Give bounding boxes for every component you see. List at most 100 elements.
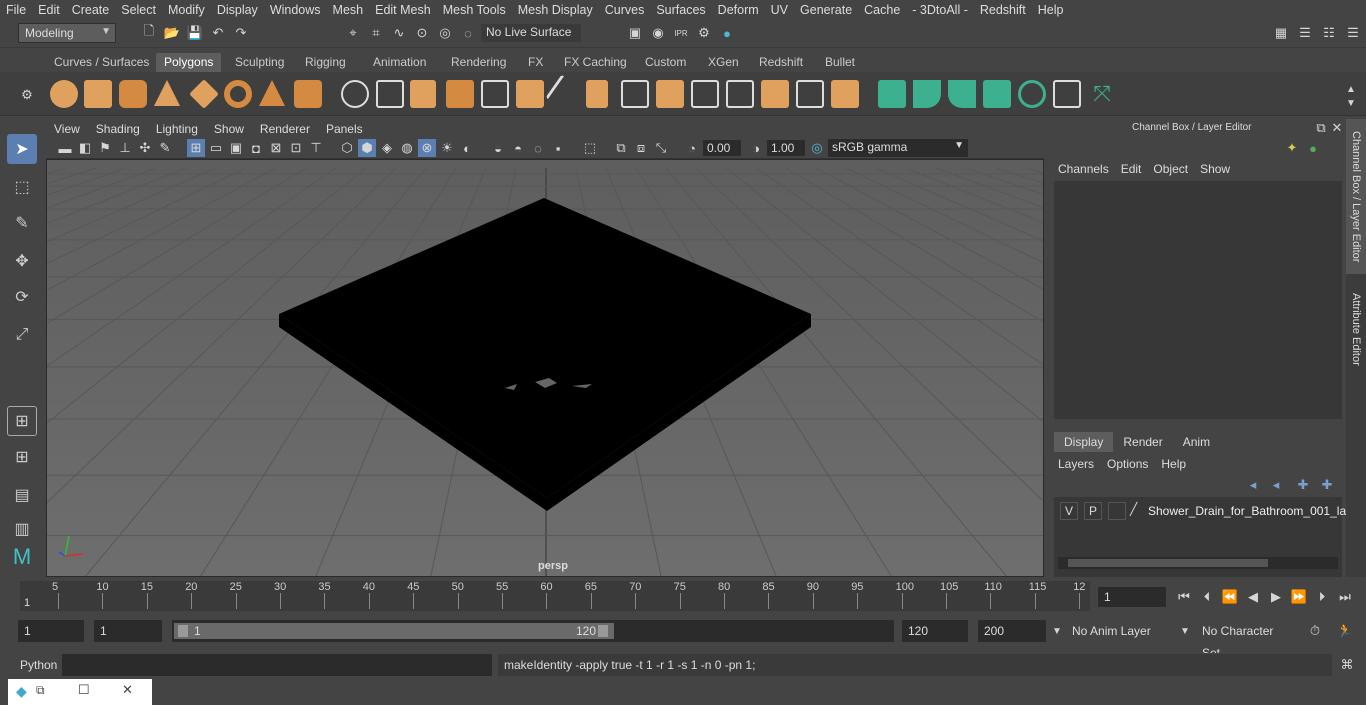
range-slider[interactable]: 1 120 xyxy=(172,620,894,642)
anim-layer-dropdown[interactable]: No Anim Layer xyxy=(1066,620,1174,642)
restore-window-icon[interactable]: ⧉ xyxy=(36,683,45,698)
automatic-mapping-icon[interactable] xyxy=(831,80,859,108)
shelf-settings-icon[interactable]: ⚙ xyxy=(18,86,36,104)
viewport-menu-view[interactable]: View xyxy=(46,122,88,136)
scale-tool-icon[interactable]: ⤢ xyxy=(7,320,37,350)
extrude-icon[interactable] xyxy=(516,80,544,108)
menu-uv[interactable]: UV xyxy=(765,3,794,17)
separate-icon[interactable] xyxy=(376,80,404,108)
channel-box-attribute-icon[interactable]: ● xyxy=(1304,139,1322,157)
render-settings-icon[interactable]: ⚙ xyxy=(695,24,713,42)
layer-tab-render[interactable]: Render xyxy=(1113,432,1172,452)
shelf-tab-curves-surfaces[interactable]: Curves / Surfaces xyxy=(46,53,157,72)
snap-point-icon[interactable]: ⊙ xyxy=(413,24,431,42)
chevron-down-icon[interactable]: ▼ xyxy=(1176,622,1194,640)
script-language-label[interactable]: Python xyxy=(20,658,57,672)
menu-redshift[interactable]: Redshift xyxy=(974,3,1032,17)
fill-hole-icon[interactable] xyxy=(656,80,684,108)
layer-playback-toggle[interactable]: P xyxy=(1084,502,1102,520)
current-frame-field[interactable]: 1 xyxy=(1098,587,1166,607)
layer-tab-anim[interactable]: Anim xyxy=(1173,432,1220,452)
layer-menu-help[interactable]: Help xyxy=(1157,457,1195,471)
move-layer-up-icon[interactable]: ◂ xyxy=(1244,476,1262,494)
gamma-icon[interactable]: ◑ xyxy=(747,139,765,157)
anim-end-field[interactable]: 200 xyxy=(978,620,1046,642)
shelf-tab-bullet[interactable]: Bullet xyxy=(817,53,863,72)
make-live-icon[interactable]: ◌ xyxy=(459,24,477,42)
channel-menu-channels[interactable]: Channels xyxy=(1054,162,1117,176)
menu-generate[interactable]: Generate xyxy=(794,3,858,17)
depth-of-field-icon[interactable]: ▪ xyxy=(549,139,567,157)
combine-icon[interactable] xyxy=(341,80,369,108)
layer-menu-options[interactable]: Options xyxy=(1103,457,1157,471)
menu-help[interactable]: Help xyxy=(1032,3,1070,17)
time-slider[interactable]: 5 10 15 20 25 30 35 40 45 50 55 60 65 70 75 80 85 90 95 100… xyxy=(0,579,1366,612)
poly-torus-icon[interactable] xyxy=(224,80,252,108)
range-start-grip[interactable] xyxy=(178,625,188,637)
film-gate-icon[interactable]: ▭ xyxy=(207,139,225,157)
grease-pencil-icon[interactable]: ✎ xyxy=(156,139,174,157)
script-editor-icon[interactable]: ⌘ xyxy=(1338,656,1356,674)
workspace-icon[interactable]: ▦ xyxy=(1272,24,1290,42)
select-tool-icon[interactable]: ➤ xyxy=(7,134,37,164)
render-view-icon[interactable]: ◉ xyxy=(649,24,667,42)
four-view-layout-icon[interactable]: ⊞ xyxy=(7,442,37,472)
command-input[interactable] xyxy=(62,654,492,676)
poly-cylinder-icon[interactable] xyxy=(119,80,147,108)
color-management-icon[interactable]: ◎ xyxy=(808,139,826,157)
snap-view-icon[interactable]: ◎ xyxy=(436,24,454,42)
bookmark-icon[interactable]: ⚑ xyxy=(96,139,114,157)
poly-sphere-icon[interactable] xyxy=(50,80,78,108)
step-back-key-icon[interactable]: ⏪ xyxy=(1221,588,1239,606)
new-scene-icon[interactable]: 🗋 xyxy=(140,23,158,42)
wireframe-on-shaded-icon[interactable]: ◈ xyxy=(378,139,396,157)
menu-edit[interactable]: Edit xyxy=(32,3,66,17)
new-layer-from-selection-icon[interactable]: ✚ xyxy=(1318,476,1336,494)
toggle-tool-settings-icon[interactable]: ☷ xyxy=(1320,24,1338,42)
layer-color-icon[interactable]: ╱ xyxy=(1130,502,1137,516)
minimized-window-bar[interactable]: ◆ ⧉ ☐ ✕ xyxy=(8,679,152,705)
insert-edge-loop-icon[interactable] xyxy=(691,80,719,108)
menu-mesh-tools[interactable]: Mesh Tools xyxy=(437,3,512,17)
move-layer-down-icon[interactable]: ◂ xyxy=(1267,476,1285,494)
menu-windows[interactable]: Windows xyxy=(264,3,327,17)
bridge-icon[interactable] xyxy=(586,80,608,108)
menu-edit-mesh[interactable]: Edit Mesh xyxy=(369,3,437,17)
layer-row[interactable]: V P ╱ Shower_Drain_for_Bathroom_001_lay xyxy=(1058,501,1352,521)
offset-edge-loop-icon[interactable] xyxy=(726,80,754,108)
graph-layout-icon[interactable]: ▥ xyxy=(7,514,37,544)
append-polygon-icon[interactable] xyxy=(621,80,649,108)
unfold-uv-icon[interactable] xyxy=(983,80,1011,108)
poly-plane-icon[interactable] xyxy=(189,79,219,109)
live-surface-field[interactable]: No Live Surface xyxy=(481,24,581,42)
layer-scrollbar-thumb[interactable] xyxy=(1068,559,1268,567)
new-layer-icon[interactable]: ✚ xyxy=(1294,476,1312,494)
step-forward-icon[interactable]: ⏵ xyxy=(1313,588,1331,606)
layout-uv-icon[interactable] xyxy=(1018,80,1046,108)
use-all-lights-icon[interactable]: ⊗ xyxy=(418,139,436,157)
exposure-field[interactable]: 0.00 xyxy=(703,140,741,156)
xray-icon[interactable]: ◐ xyxy=(458,139,476,157)
go-to-end-icon[interactable]: ⏭ xyxy=(1336,588,1354,606)
toggle-attribute-editor-icon[interactable]: ☰ xyxy=(1296,24,1314,42)
shelf-scroll-down-icon[interactable]: ▼ xyxy=(1342,94,1360,112)
menu-mesh[interactable]: Mesh xyxy=(327,3,370,17)
planar-mapping-icon[interactable] xyxy=(796,80,824,108)
textured-icon[interactable]: ◍ xyxy=(398,139,416,157)
start-time-field[interactable]: 1 xyxy=(18,620,84,642)
single-perspective-layout-icon[interactable]: ⊞ xyxy=(7,406,37,436)
lasso-tool-icon[interactable]: ⬚ xyxy=(7,172,37,202)
shelf-tab-custom[interactable]: Custom xyxy=(637,53,694,72)
poly-pipe-icon[interactable] xyxy=(294,80,322,108)
viewport-menu-shading[interactable]: Shading xyxy=(88,122,148,136)
snap-curve-icon[interactable]: ∿ xyxy=(390,24,408,42)
motion-blur-icon[interactable]: ◓ xyxy=(509,139,527,157)
character-set-dropdown[interactable]: No Character Set xyxy=(1196,620,1300,660)
shelf-tab-rendering[interactable]: Rendering xyxy=(443,53,514,72)
rotate-tool-icon[interactable]: ⟳ xyxy=(7,282,37,312)
end-time-field[interactable]: 120 xyxy=(902,620,968,642)
hypershade-icon[interactable]: ● xyxy=(718,24,736,42)
isolate-select-icon[interactable]: ⬚ xyxy=(581,139,599,157)
shelf-tab-sculpting[interactable]: Sculpting xyxy=(227,53,292,72)
layer-visibility-toggle[interactable]: V xyxy=(1060,502,1078,520)
